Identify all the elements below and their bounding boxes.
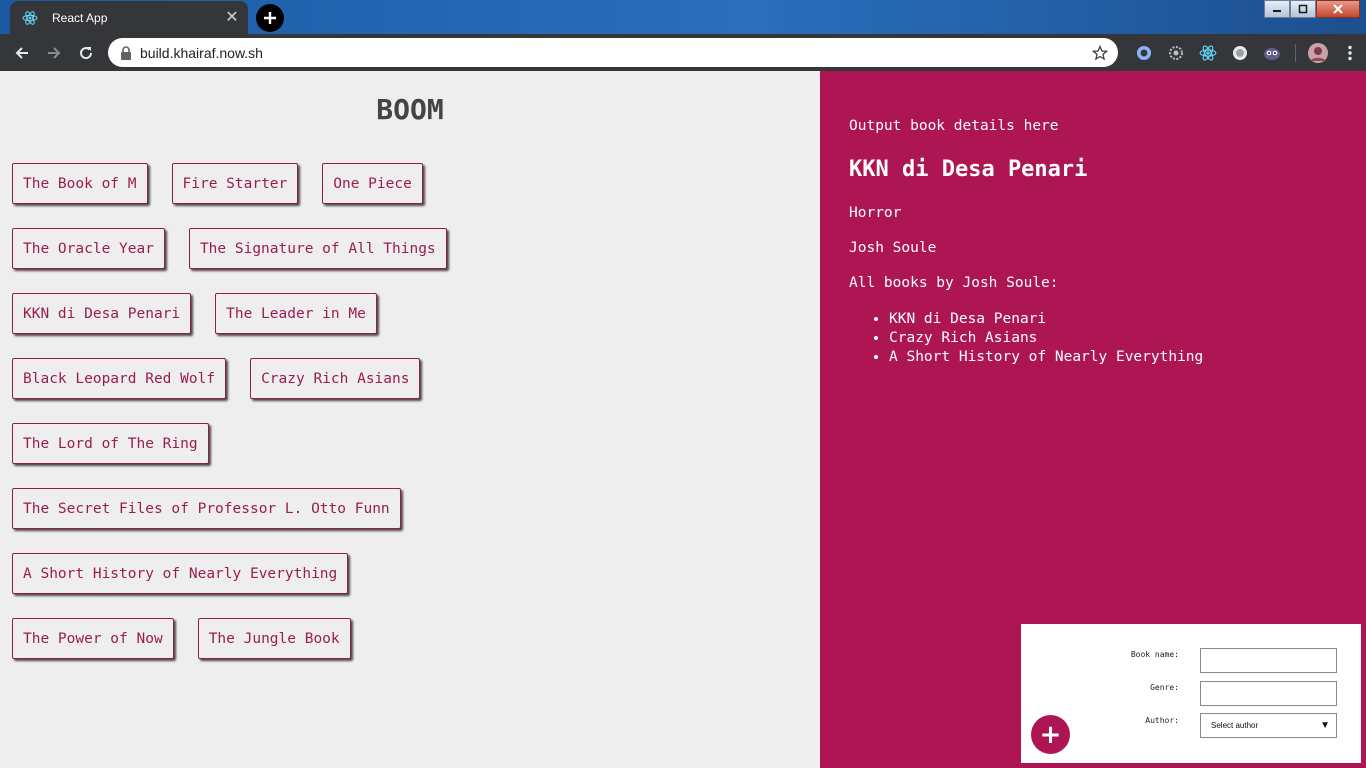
- vpn-extension-icon: [1137, 45, 1151, 60]
- add-book-button[interactable]: +: [1031, 715, 1070, 754]
- toolbar-divider: [1288, 38, 1302, 67]
- book-item[interactable]: The Signature of All Things: [188, 228, 447, 269]
- window-close-button[interactable]: [1316, 0, 1360, 18]
- author-books-list: KKN di Desa Penari Crazy Rich Asians A S…: [889, 310, 1203, 367]
- extension-button[interactable]: [1160, 38, 1192, 67]
- book-author: Josh Soule: [849, 240, 937, 256]
- minimize-button[interactable]: [1264, 0, 1290, 18]
- url-text: build.khairaf.now.sh: [140, 44, 263, 61]
- book-genre: Horror: [849, 205, 902, 221]
- profile-button[interactable]: [1302, 38, 1334, 67]
- details-heading: Output book details here: [849, 118, 1059, 134]
- book-item[interactable]: The Jungle Book: [197, 618, 351, 659]
- address-bar[interactable]: build.khairaf.now.sh: [108, 38, 1118, 67]
- star-icon[interactable]: [1092, 44, 1108, 61]
- circle-extension-icon: [1233, 45, 1247, 60]
- page-title: BOOM: [376, 93, 444, 126]
- book-details-panel: Output book details here KKN di Desa Pen…: [820, 71, 1366, 768]
- book-item[interactable]: A Short History of Nearly Everything: [12, 553, 349, 594]
- list-item: KKN di Desa Penari: [889, 310, 1203, 329]
- tab-title: React App: [52, 10, 108, 25]
- add-book-form: Book name: Genre: Author: Select author …: [1021, 624, 1361, 763]
- back-arrow-icon: [15, 46, 28, 59]
- maximize-icon: [1298, 4, 1308, 14]
- book-item[interactable]: The Power of Now: [12, 618, 174, 659]
- genre-input[interactable]: [1200, 681, 1337, 706]
- forward-arrow-icon: [48, 46, 61, 59]
- close-icon: [1333, 4, 1343, 14]
- extensions-area: [1128, 38, 1366, 67]
- forward-button[interactable]: [38, 37, 70, 69]
- book-item[interactable]: Black Leopard Red Wolf: [12, 358, 227, 399]
- extension-button[interactable]: [1128, 38, 1160, 67]
- book-item[interactable]: Crazy Rich Asians: [250, 358, 421, 399]
- book-item[interactable]: The Book of M: [12, 163, 148, 204]
- lock-icon: [121, 45, 131, 60]
- new-tab-button[interactable]: [256, 4, 284, 32]
- genre-label: Genre:: [1150, 683, 1179, 692]
- book-item[interactable]: KKN di Desa Penari: [12, 293, 192, 334]
- book-list: The Book of M Fire Starter One Piece The…: [12, 163, 792, 683]
- browser-toolbar: build.khairaf.now.sh: [0, 34, 1366, 71]
- extension-button[interactable]: [1192, 38, 1224, 67]
- book-item[interactable]: Fire Starter: [171, 163, 299, 204]
- book-item[interactable]: The Oracle Year: [12, 228, 165, 269]
- owl-extension-icon: [1264, 47, 1280, 60]
- book-name-input[interactable]: [1200, 648, 1337, 673]
- book-item[interactable]: The Leader in Me: [215, 293, 377, 334]
- book-item[interactable]: The Lord of The Ring: [12, 423, 209, 464]
- book-list-panel: BOOM The Book of M Fire Starter One Piec…: [0, 71, 820, 768]
- book-item[interactable]: One Piece: [322, 163, 423, 204]
- close-tab-icon[interactable]: ✕: [224, 9, 240, 26]
- browser-tab[interactable]: React App ✕: [10, 1, 248, 34]
- reload-icon: [80, 46, 93, 59]
- book-item[interactable]: The Secret Files of Professor L. Otto Fu…: [12, 488, 401, 529]
- extension-button[interactable]: [1224, 38, 1256, 67]
- extension-button[interactable]: [1256, 38, 1288, 67]
- react-devtools-icon: [1199, 44, 1217, 61]
- reload-button[interactable]: [70, 37, 102, 69]
- author-select-value: Select author: [1211, 721, 1259, 730]
- list-item: A Short History of Nearly Everything: [889, 348, 1203, 367]
- avatar: [1308, 42, 1328, 63]
- author-label: Author:: [1145, 716, 1179, 725]
- browser-titlebar: React App ✕: [0, 0, 1366, 34]
- all-books-label: All books by Josh Soule:: [849, 275, 1059, 291]
- plus-icon: +: [1039, 719, 1062, 750]
- author-select[interactable]: Select author ▼: [1200, 713, 1337, 738]
- back-button[interactable]: [6, 37, 38, 69]
- minimize-icon: [1273, 10, 1281, 12]
- list-item: Crazy Rich Asians: [889, 329, 1203, 348]
- maximize-button[interactable]: [1290, 0, 1316, 18]
- plus-icon: [264, 12, 276, 24]
- chevron-down-icon: ▼: [1320, 720, 1330, 731]
- window-controls: [1264, 0, 1360, 18]
- menu-button[interactable]: [1334, 38, 1366, 67]
- menu-dots-icon: [1348, 45, 1352, 60]
- book-title: KKN di Desa Penari: [849, 157, 1088, 182]
- gear-extension-icon: [1169, 45, 1183, 60]
- react-icon: [22, 10, 38, 26]
- book-name-label: Book name:: [1130, 650, 1179, 659]
